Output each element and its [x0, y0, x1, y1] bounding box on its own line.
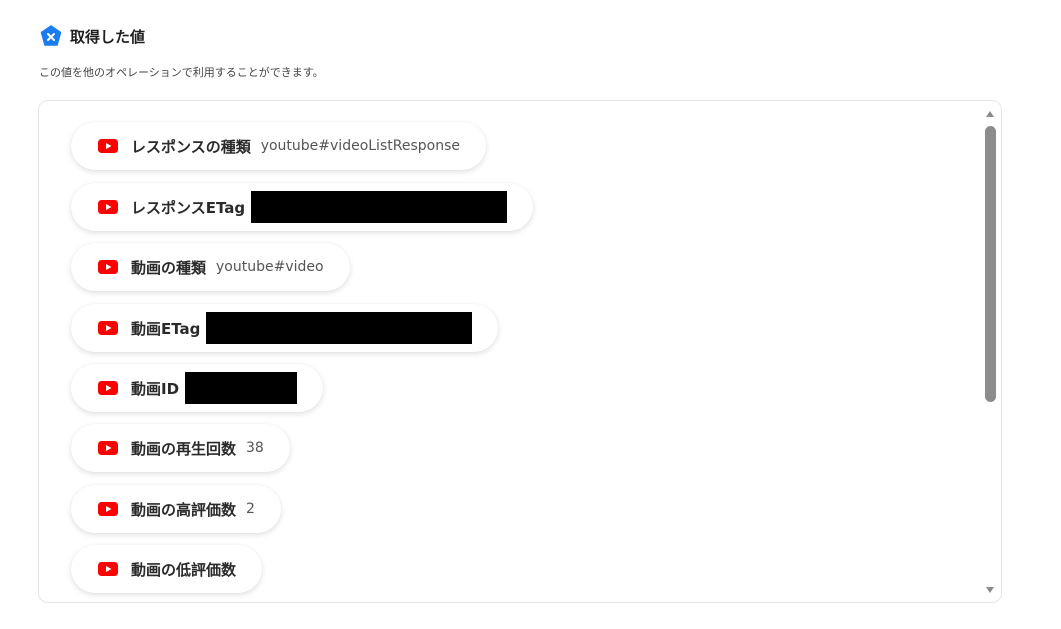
youtube-icon: [98, 562, 118, 576]
value-text: youtube#video: [216, 259, 324, 275]
scroll-down-arrow-icon[interactable]: [986, 587, 994, 593]
value-label: 動画ETag: [131, 319, 201, 338]
value-label: 動画の低評価数: [131, 560, 237, 579]
youtube-icon: [98, 441, 118, 455]
value-chip-view-count[interactable]: 動画の再生回数 38: [71, 424, 290, 472]
youtube-icon: [98, 139, 118, 153]
value-chip-response-etag[interactable]: レスポンスETag: [71, 183, 534, 231]
youtube-icon: [98, 321, 118, 335]
section-title: 取得した値: [70, 27, 146, 46]
value-chip-like-count[interactable]: 動画の高評価数 2: [71, 485, 281, 533]
redacted-value: [185, 372, 298, 404]
section-header: 取得した値: [40, 24, 145, 48]
value-chip-video-id[interactable]: 動画ID: [71, 364, 324, 412]
value-label: レスポンスETag: [131, 198, 246, 217]
values-panel: レスポンスの種類 youtube#videoListResponse レスポンス…: [38, 100, 1002, 603]
value-chip-video-type[interactable]: 動画の種類 youtube#video: [71, 243, 350, 291]
value-text: 38: [246, 440, 264, 456]
x-badge-icon: [40, 25, 62, 47]
value-text: 2: [246, 501, 255, 517]
redacted-value: [206, 312, 473, 344]
scrollbar[interactable]: [979, 101, 1001, 602]
value-chip-dislike-count[interactable]: 動画の低評価数: [71, 545, 263, 593]
section-description: この値を他のオペレーションで利用することができます。: [39, 66, 324, 79]
youtube-icon: [98, 381, 118, 395]
youtube-icon: [98, 200, 118, 214]
value-label: 動画の高評価数: [131, 500, 237, 519]
value-label: 動画ID: [131, 379, 180, 398]
value-label: 動画の再生回数: [131, 439, 237, 458]
youtube-icon: [98, 502, 118, 516]
value-label: レスポンスの種類: [131, 137, 251, 156]
value-chip-video-etag[interactable]: 動画ETag: [71, 304, 499, 352]
scrollbar-thumb[interactable]: [985, 126, 996, 402]
value-chip-response-type[interactable]: レスポンスの種類 youtube#videoListResponse: [71, 122, 486, 170]
value-label: 動画の種類: [131, 258, 207, 277]
redacted-value: [251, 191, 508, 223]
youtube-icon: [98, 260, 118, 274]
value-text: youtube#videoListResponse: [260, 138, 460, 154]
scroll-up-arrow-icon[interactable]: [986, 111, 994, 117]
